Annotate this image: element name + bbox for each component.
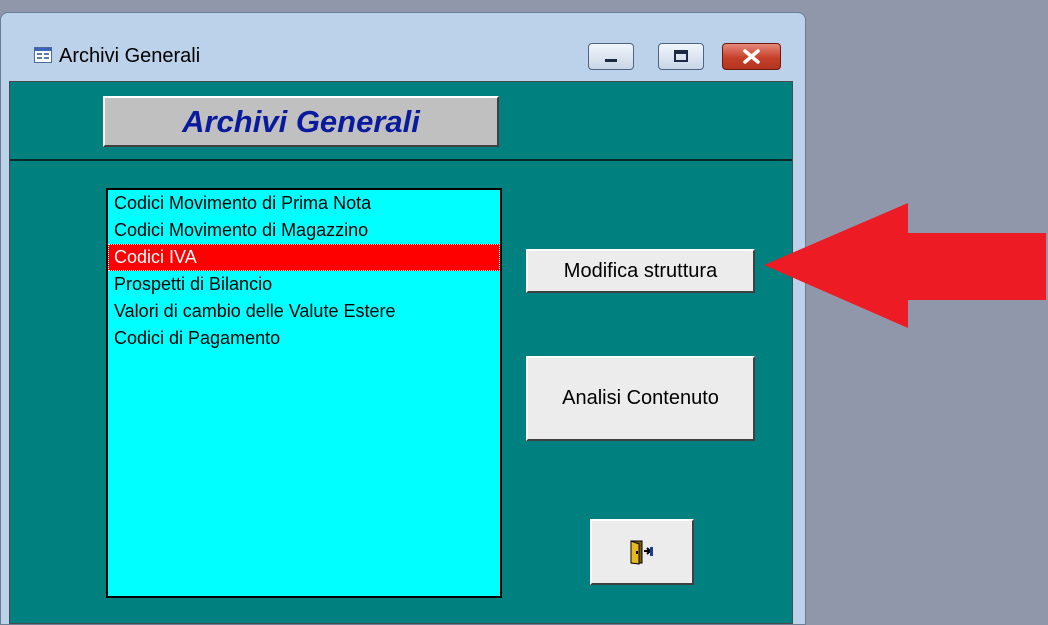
minimize-button[interactable] (588, 43, 634, 70)
modifica-struttura-button[interactable]: Modifica struttura (526, 249, 755, 293)
minimize-icon (605, 59, 617, 62)
maximize-icon (674, 50, 688, 62)
close-button[interactable] (722, 43, 781, 70)
analisi-contenuto-button[interactable]: Analisi Contenuto (526, 356, 755, 441)
form-client-area: Archivi Generali Codici Movimento di Pri… (9, 81, 793, 624)
header-label: Archivi Generali (103, 96, 499, 147)
exit-button[interactable] (590, 519, 694, 585)
archivi-generali-window: Archivi Generali Archivi Generali Codici… (0, 12, 806, 625)
list-item-selected[interactable]: Codici IVA (108, 244, 500, 271)
list-item[interactable]: Codici Movimento di Magazzino (108, 217, 500, 244)
list-item[interactable]: Codici di Pagamento (108, 325, 500, 352)
red-arrow-icon (764, 203, 1046, 328)
close-icon (743, 49, 760, 64)
exit-door-icon (630, 540, 653, 565)
list-item[interactable]: Codici Movimento di Prima Nota (108, 190, 500, 217)
list-item[interactable]: Prospetti di Bilancio (108, 271, 500, 298)
form-icon (34, 47, 52, 63)
header-divider (10, 159, 792, 161)
list-item[interactable]: Valori di cambio delle Valute Estere (108, 298, 500, 325)
window-title: Archivi Generali (59, 45, 201, 67)
archivi-listbox[interactable]: Codici Movimento di Prima Nota Codici Mov… (106, 188, 502, 598)
maximize-button[interactable] (658, 43, 704, 70)
title-bar[interactable]: Archivi Generali (1, 13, 805, 83)
